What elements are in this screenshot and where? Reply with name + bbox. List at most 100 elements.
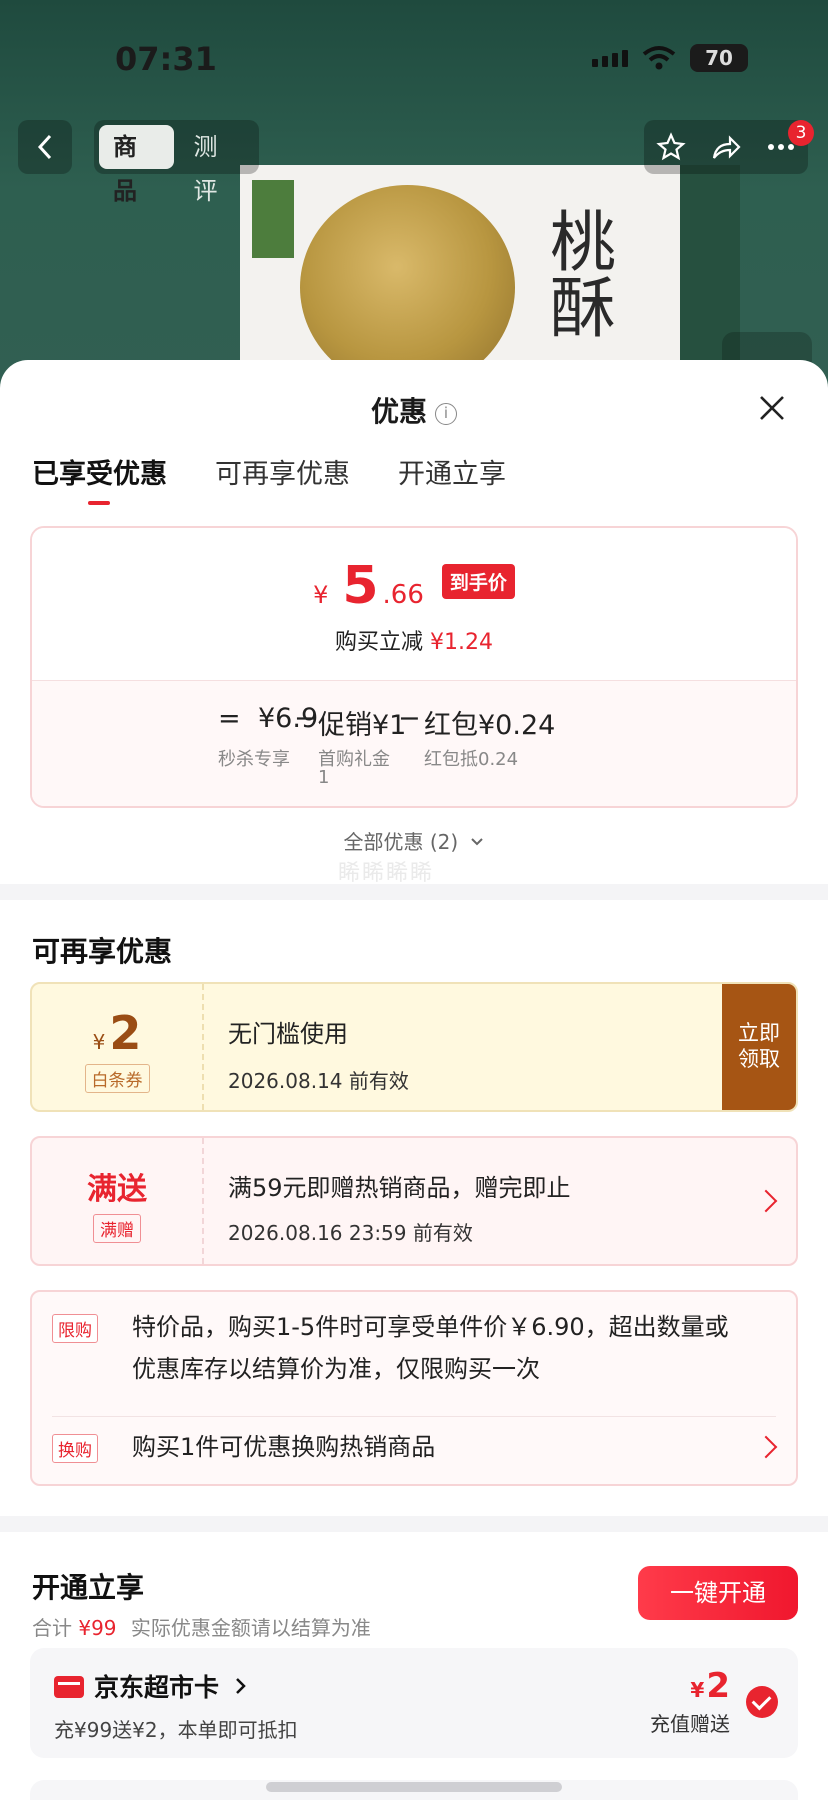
tab-review[interactable]: 测评 (180, 125, 255, 205)
sheet-title: 优惠 i (0, 390, 828, 430)
product-nav-actions (644, 120, 808, 174)
section-title-open-now: 开通立享 (32, 1571, 145, 1604)
coupon-amount: ¥2 (32, 1006, 202, 1060)
final-price: ¥ 5 .66 到手价 (32, 528, 796, 616)
coupon-currency: ¥ (92, 1030, 106, 1054)
more-icon[interactable] (766, 142, 796, 152)
promo-item-exchange[interactable]: 换购 购买1件可优惠换购热销商品 (52, 1426, 776, 1476)
gift-label: 充值赠送 (650, 1712, 730, 1736)
discount-sheet: 优惠 i 已享受优惠 可再享优惠 开通立享 ¥ 5 .66 到手价 购买立减 ¥1… (0, 360, 828, 1800)
claim-button-line1: 立即 (738, 1021, 780, 1045)
card-gift: ¥2 充值赠送 (650, 1666, 730, 1737)
chevron-right-icon (754, 1189, 778, 1213)
price-summary: ¥ 5 .66 到手价 购买立减 ¥1.24 (32, 528, 796, 680)
promo-list: 限购 特价品，购买1-5件时可享受单件价￥6.90，超出数量或优惠库存以结算价为… (30, 1290, 798, 1486)
coupon-title: 无门槛使用 (228, 1020, 348, 1048)
tab-more-discounts[interactable]: 可再享优惠 (215, 452, 350, 505)
status-time: 07:31 (115, 40, 217, 78)
gift-offer-validity: 2026.08.16 23:59 前有效 (228, 1221, 473, 1245)
formula-minus: − (398, 703, 421, 734)
product-background: 桃酥 07:31 70 商品 测评 3 (0, 0, 828, 420)
signal-icon (592, 49, 628, 67)
checkbox-checked-icon[interactable] (746, 1686, 778, 1718)
wifi-icon (642, 46, 676, 70)
watermark: 睎睎睎睎 (338, 861, 435, 886)
final-price-integer: 5 (342, 556, 379, 616)
gift-currency: ¥ (690, 1678, 705, 1702)
promo-label: 限购 (52, 1314, 98, 1343)
gift-offer-info: 满59元即赠热销商品，赠完即止 2026.08.16 23:59 前有效 (228, 1168, 571, 1246)
gift-offer-tag: 满赠 (93, 1214, 141, 1243)
gift-amount-value: 2 (706, 1666, 730, 1706)
star-icon[interactable] (656, 132, 686, 162)
claim-coupon-button[interactable]: 立即 领取 (722, 984, 796, 1110)
status-icons: 70 (592, 44, 748, 72)
tab-open-now[interactable]: 开通立享 (398, 452, 506, 505)
all-offers-label: 全部优惠 (2) (343, 830, 459, 854)
section-divider (0, 884, 828, 900)
battery-icon: 70 (690, 44, 748, 72)
sheet-title-text: 优惠 (370, 395, 427, 428)
open-now-total: 合计 ¥99 实际优惠金额请以结算为准 (32, 1612, 371, 1641)
tab-enjoyed-discounts[interactable]: 已享受优惠 (32, 452, 167, 505)
chevron-right-icon (235, 1678, 246, 1694)
coupon-amount-value: 2 (109, 1006, 142, 1060)
formula-promo: 促销¥1 (318, 710, 407, 741)
formula-equals: = (218, 703, 241, 734)
package-text: 桃酥 (550, 204, 616, 347)
home-indicator (266, 1782, 562, 1792)
supermarket-card-offer[interactable]: 京东超市卡 充¥99送¥2，本单即可抵扣 ¥2 充值赠送 (30, 1648, 798, 1758)
reduction-label: 购买立减 (335, 630, 424, 655)
chevron-down-icon (470, 838, 483, 846)
price-formula: = ¥6.9 − 促销¥1 − 红包¥0.24 秒杀专享 首购礼金 1 红包抵0… (32, 680, 796, 806)
formula-minus: − (294, 703, 317, 734)
card-name[interactable]: 京东超市卡 (94, 1668, 248, 1704)
all-offers-toggle[interactable]: 全部优惠 (2) (0, 826, 828, 855)
currency-symbol: ¥ (313, 581, 329, 609)
final-price-decimal: .66 (382, 580, 424, 610)
share-icon[interactable] (710, 132, 742, 162)
promo-item-limit: 限购 特价品，购买1-5件时可享受单件价￥6.90，超出数量或优惠库存以结算价为… (52, 1306, 776, 1396)
claim-button-line2: 领取 (738, 1047, 780, 1071)
total-amount: ¥99 (78, 1616, 117, 1640)
sheet-tabs: 已享受优惠 可再享优惠 开通立享 (32, 452, 506, 505)
coupon-info: 无门槛使用 2026.08.14 前有效 (228, 1014, 409, 1094)
one-click-open-button[interactable]: 一键开通 (638, 1566, 798, 1620)
notification-badge: 3 (788, 120, 814, 146)
gift-amount: ¥2 (650, 1666, 730, 1706)
price-card: ¥ 5 .66 到手价 购买立减 ¥1.24 = ¥6.9 − 促销¥1 − 红… (30, 526, 798, 808)
base-price-label: 秒杀专享 (218, 749, 290, 770)
card-icon (54, 1676, 84, 1698)
formula-redpack: 红包¥0.24 (424, 710, 556, 741)
divider (52, 1416, 776, 1417)
brand-tag (252, 180, 294, 258)
card-description: 充¥99送¥2，本单即可抵扣 (54, 1718, 298, 1742)
total-label: 合计 (32, 1616, 72, 1640)
coupon-validity: 2026.08.14 前有效 (228, 1069, 409, 1093)
chevron-left-icon (37, 134, 52, 160)
promo-text: 购买1件可优惠换购热销商品 (132, 1433, 436, 1461)
back-button[interactable] (18, 120, 72, 174)
gift-offer-type: 满送 (87, 1172, 147, 1207)
gift-offer-title: 满59元即赠热销商品，赠完即止 (228, 1174, 571, 1202)
info-icon[interactable]: i (435, 403, 457, 425)
total-note: 实际优惠金额请以结算为准 (130, 1616, 371, 1640)
coupon-type: 白条券 (84, 1064, 150, 1093)
baitiao-coupon: ¥2 白条券 无门槛使用 2026.08.14 前有效 立即 领取 (30, 982, 798, 1112)
gift-offer[interactable]: 满送 满赠 满59元即赠热销商品，赠完即止 2026.08.16 23:59 前… (30, 1136, 798, 1266)
section-title-more: 可再享优惠 (32, 935, 173, 968)
close-icon[interactable] (756, 392, 788, 424)
section-divider (0, 1516, 828, 1532)
gift-offer-badge: 满送 满赠 (32, 1138, 204, 1264)
instant-reduction: 购买立减 ¥1.24 (32, 624, 796, 656)
coupon-value: ¥2 白条券 (32, 984, 204, 1110)
promo-text: 特价品，购买1-5件时可享受单件价￥6.90，超出数量或优惠库存以结算价为准，仅… (132, 1313, 729, 1383)
reduction-amount: ¥1.24 (430, 630, 493, 655)
card-name-text: 京东超市卡 (94, 1673, 220, 1702)
final-price-tag: 到手价 (441, 564, 515, 599)
promo-label-amount: 1 (318, 767, 330, 788)
product-nav-tabs: 商品 测评 (94, 120, 259, 205)
redpack-label: 红包抵0.24 (424, 749, 519, 770)
tab-product[interactable]: 商品 (99, 125, 174, 205)
promo-label: 换购 (52, 1434, 98, 1463)
